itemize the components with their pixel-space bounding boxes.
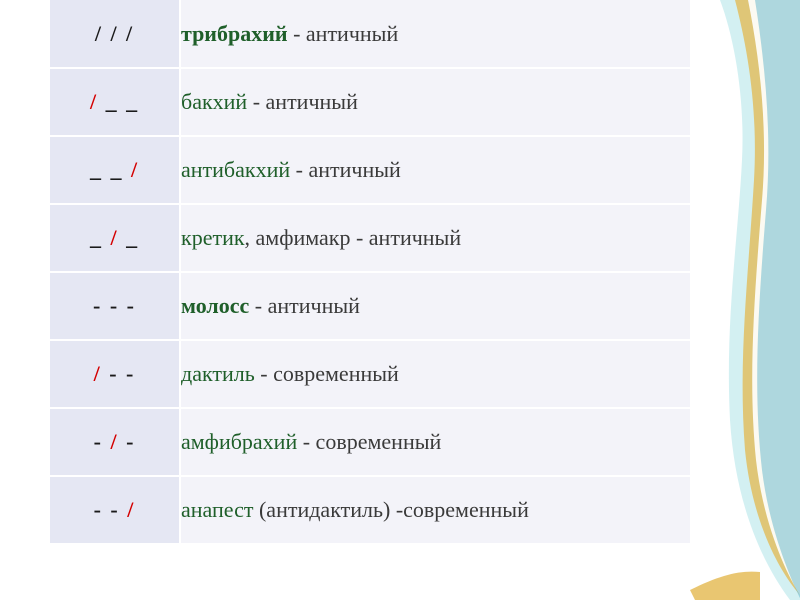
stress-mark: / bbox=[110, 225, 118, 250]
description-cell: амфибрахий - современный bbox=[180, 408, 690, 476]
meter-term: дактиль bbox=[181, 361, 255, 386]
syllable-mark: _ bbox=[119, 225, 140, 250]
pattern-cell: / _ _ bbox=[50, 68, 180, 136]
pattern-cell: - - - bbox=[50, 272, 180, 340]
meters-table-body: / / /трибрахий - античный/ _ _бакхий - а… bbox=[50, 0, 690, 544]
description-cell: молосс - античный bbox=[180, 272, 690, 340]
pattern-cell: - - / bbox=[50, 476, 180, 544]
description-cell: трибрахий - античный bbox=[180, 0, 690, 68]
stress-mark: / bbox=[110, 429, 118, 454]
table-row: / - -дактиль - современный bbox=[50, 340, 690, 408]
syllable-mark: - bbox=[94, 429, 111, 454]
pattern-cell: - / - bbox=[50, 408, 180, 476]
description-cell: бакхий - античный bbox=[180, 68, 690, 136]
meters-table: / / /трибрахий - античный/ _ _бакхий - а… bbox=[50, 0, 690, 545]
pattern-cell: / - - bbox=[50, 340, 180, 408]
pattern-cell: _ / _ bbox=[50, 204, 180, 272]
meter-era: - современный bbox=[255, 361, 399, 386]
slide: / / /трибрахий - античный/ _ _бакхий - а… bbox=[0, 0, 800, 600]
syllable-mark: - - bbox=[94, 497, 128, 522]
meter-term: анапест bbox=[181, 497, 253, 522]
stress-mark: / bbox=[94, 361, 102, 386]
table-row: _ _ /антибакхий - античный bbox=[50, 136, 690, 204]
meter-era: - античный bbox=[249, 293, 360, 318]
meter-era: - современный bbox=[297, 429, 441, 454]
syllable-mark: / / / bbox=[95, 21, 134, 46]
table-row: / / / трибрахий - античный bbox=[50, 0, 690, 68]
stress-mark: / bbox=[127, 497, 135, 522]
description-cell: кретик, амфимакр - античный bbox=[180, 204, 690, 272]
meter-era: (антидактиль) -современный bbox=[253, 497, 528, 522]
syllable-mark: - - - bbox=[93, 293, 136, 318]
syllable-mark: _ _ bbox=[98, 89, 139, 114]
pattern-cell: _ _ / bbox=[50, 136, 180, 204]
table-row: - - - молосс - античный bbox=[50, 272, 690, 340]
meter-term: кретик bbox=[181, 225, 245, 250]
stress-mark: / bbox=[131, 157, 139, 182]
syllable-mark: - - bbox=[102, 361, 136, 386]
meter-term: бакхий bbox=[181, 89, 247, 114]
meter-era: - античный bbox=[247, 89, 358, 114]
table-row: - - /анапест (антидактиль) -современный bbox=[50, 476, 690, 544]
pattern-cell: / / / bbox=[50, 0, 180, 68]
syllable-mark: - bbox=[119, 429, 136, 454]
meter-term: амфибрахий bbox=[181, 429, 297, 454]
stress-mark: / bbox=[90, 89, 98, 114]
meter-term: антибакхий bbox=[181, 157, 290, 182]
meter-era: - античный bbox=[290, 157, 401, 182]
table-row: _ / _кретик, амфимакр - античный bbox=[50, 204, 690, 272]
meter-era: , амфимакр - античный bbox=[245, 225, 462, 250]
syllable-mark: _ _ bbox=[90, 157, 131, 182]
meter-era: - античный bbox=[288, 21, 399, 46]
table-row: - / -амфибрахий - современный bbox=[50, 408, 690, 476]
meter-term: молосс bbox=[181, 293, 249, 318]
table-row: / _ _бакхий - античный bbox=[50, 68, 690, 136]
syllable-mark: _ bbox=[90, 225, 111, 250]
description-cell: дактиль - современный bbox=[180, 340, 690, 408]
description-cell: анапест (антидактиль) -современный bbox=[180, 476, 690, 544]
meter-term: трибрахий bbox=[181, 21, 288, 46]
description-cell: антибакхий - античный bbox=[180, 136, 690, 204]
